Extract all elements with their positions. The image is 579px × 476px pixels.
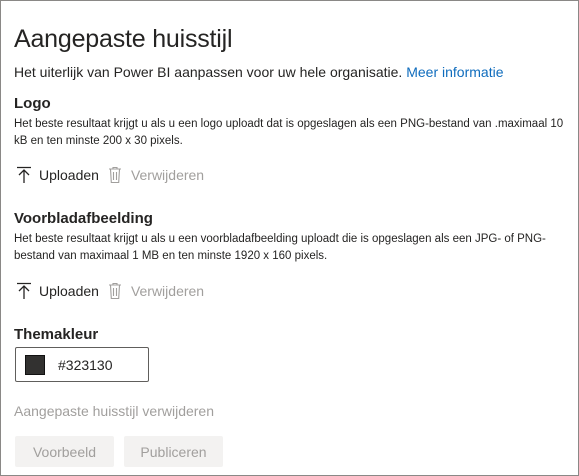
subtitle-text: Het uiterlijk van Power BI aanpassen voo…: [14, 64, 403, 80]
cover-actions: Uploaden Verwijderen: [14, 280, 204, 302]
color-swatch[interactable]: [25, 354, 45, 375]
trash-icon: [105, 281, 125, 301]
cover-remove-button[interactable]: Verwijderen: [105, 281, 204, 301]
upload-icon: [14, 281, 34, 301]
remove-branding-link[interactable]: Aangepaste huisstijl verwijderen: [14, 403, 214, 419]
publish-button[interactable]: Publiceren: [124, 436, 223, 467]
cover-description: Het beste resultaat krijgt u als u een v…: [14, 233, 546, 262]
custom-branding-panel: Aangepaste huisstijl Het uiterlijk van P…: [0, 0, 579, 476]
logo-upload-button[interactable]: Uploaden: [14, 165, 99, 185]
page-subtitle: Het uiterlijk van Power BI aanpassen voo…: [14, 64, 503, 80]
logo-description: Het beste resultaat krijgt u als u een l…: [14, 118, 564, 147]
theme-color-value: #323130: [58, 356, 113, 373]
cover-remove-label: Verwijderen: [130, 283, 205, 299]
theme-color-input[interactable]: #323130: [15, 347, 149, 382]
logo-remove-button[interactable]: Verwijderen: [105, 165, 204, 185]
trash-icon: [105, 165, 125, 185]
more-info-link[interactable]: Meer informatie: [406, 64, 503, 80]
preview-button[interactable]: Voorbeeld: [15, 436, 114, 467]
logo-remove-label: Verwijderen: [130, 167, 205, 183]
cover-heading: Voorbladafbeelding: [14, 210, 153, 227]
cover-upload-label: Uploaden: [39, 283, 99, 299]
upload-icon: [14, 165, 34, 185]
logo-upload-label: Uploaden: [39, 167, 99, 183]
logo-heading: Logo: [14, 95, 51, 112]
page-title: Aangepaste huisstijl: [14, 25, 233, 53]
theme-color-heading: Themakleur: [14, 326, 99, 343]
logo-actions: Uploaden Verwijderen: [14, 164, 204, 186]
cover-upload-button[interactable]: Uploaden: [14, 281, 99, 301]
